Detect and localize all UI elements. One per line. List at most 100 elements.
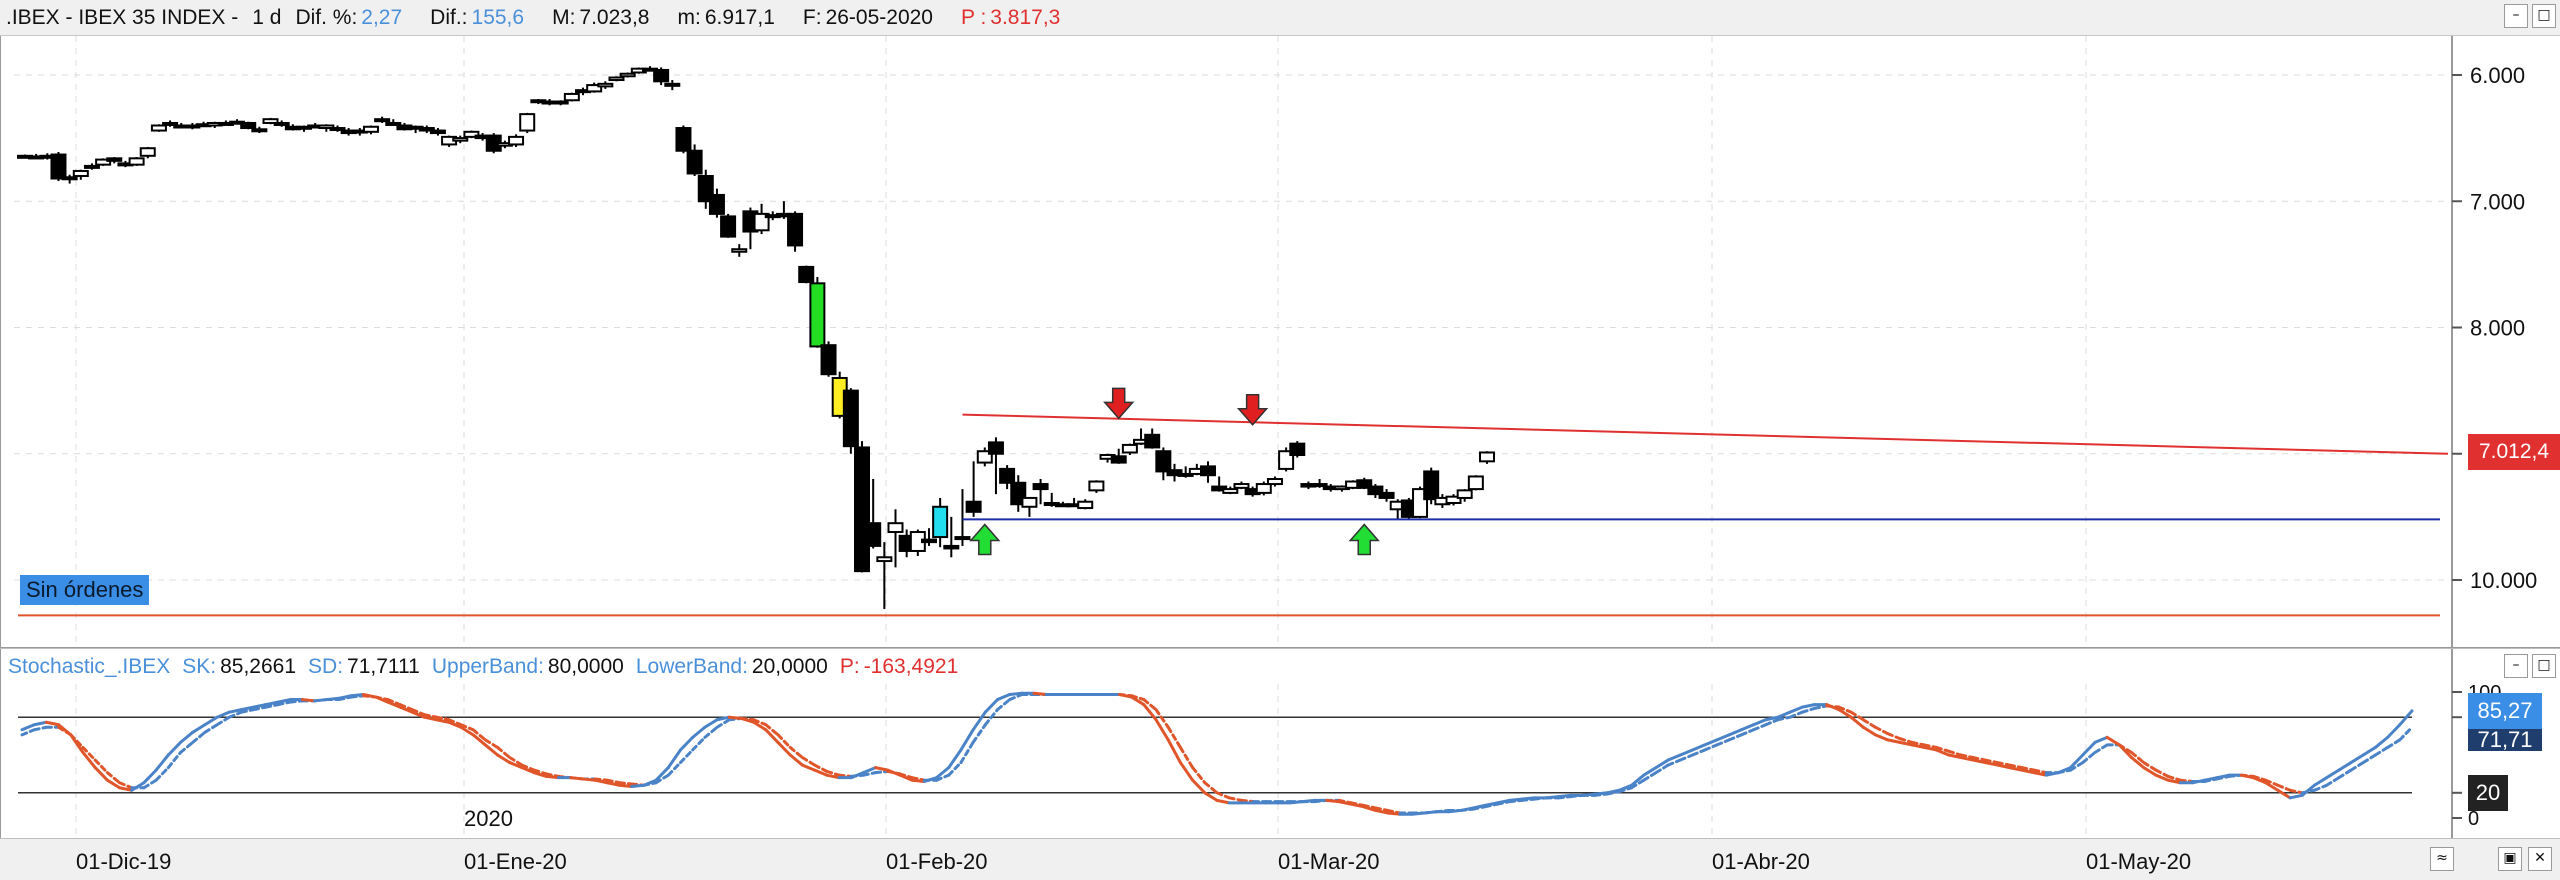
candle-body xyxy=(1378,491,1395,499)
candle-body xyxy=(887,522,904,534)
sk-value: 85,2661 xyxy=(220,654,297,678)
sd-line-segment xyxy=(203,723,219,734)
candle-body xyxy=(686,149,703,175)
sk-line-segment xyxy=(544,774,561,780)
candle-body xyxy=(999,467,1016,484)
indicator-icon[interactable]: ≈ xyxy=(2430,847,2454,871)
sd-line-segment xyxy=(2398,725,2414,742)
candle-body xyxy=(552,100,569,105)
price-tick-label: 8.000 xyxy=(2470,316,2525,341)
sk-line-segment xyxy=(1508,797,1524,802)
date-label: F: xyxy=(802,5,822,29)
candle-body xyxy=(429,129,446,135)
candle-body xyxy=(150,124,167,132)
minimize-icon[interactable]: – xyxy=(2504,654,2528,678)
dif-value: 155,6 xyxy=(471,5,525,29)
sk-line-segment xyxy=(2276,788,2292,800)
sk-line-segment xyxy=(1008,691,1024,697)
sk-line-segment xyxy=(191,723,207,734)
sk-line-segment xyxy=(1215,798,1231,805)
max-field: M: 7.023,8 xyxy=(552,6,663,30)
sk-line-segment xyxy=(1520,796,1536,801)
dif-pct-value: 2,27 xyxy=(361,5,403,29)
candle xyxy=(1233,481,1250,490)
maximize-icon[interactable]: □ xyxy=(2532,4,2556,28)
minimize-icon[interactable]: – xyxy=(2504,4,2528,28)
maximize-icon[interactable]: □ xyxy=(2532,654,2556,678)
candle-body xyxy=(251,128,268,133)
candle-body xyxy=(1233,483,1250,489)
sd-line-segment xyxy=(1203,781,1219,795)
dif-field: Dif.: 155,6 xyxy=(430,6,538,30)
year-label: 2020 xyxy=(464,806,513,831)
sd-line-segment xyxy=(1873,725,1890,736)
candle-body xyxy=(374,118,391,123)
candle xyxy=(128,157,145,166)
price-axis: 10.0009.0008.0007.0006.000 xyxy=(2452,63,2537,593)
candle-body xyxy=(920,538,937,544)
candle-body xyxy=(240,121,257,130)
candle-body xyxy=(61,176,78,181)
x-label-mar: 01-Mar-20 xyxy=(1278,849,1380,874)
chart-overlays xyxy=(18,387,2449,617)
sk-line-segment xyxy=(300,698,317,703)
p-label: P : xyxy=(960,5,987,29)
save-icon[interactable]: ▣ xyxy=(2498,847,2522,871)
sd-label: SD: xyxy=(308,654,344,678)
candle-body xyxy=(1199,465,1216,477)
sk-line-segment xyxy=(1410,811,1426,816)
candle xyxy=(965,461,982,517)
sk-line-segment xyxy=(154,753,170,772)
sk-line-segment xyxy=(313,698,329,703)
candle xyxy=(1121,443,1138,456)
candle-body xyxy=(1467,475,1484,491)
candle-body xyxy=(708,193,725,215)
sk-line-segment xyxy=(1386,811,1402,816)
sk-value-box: 85,27 xyxy=(2468,692,2542,729)
sk-line-segment xyxy=(618,783,634,788)
sk-line-segment xyxy=(1422,810,1438,815)
candle xyxy=(139,146,156,159)
candle xyxy=(519,112,536,134)
candle-body xyxy=(1077,500,1094,510)
sk-line-segment xyxy=(1544,795,1560,800)
candle xyxy=(876,542,893,610)
candle-body xyxy=(1021,496,1038,508)
candle-body xyxy=(865,522,882,547)
sk-line-segment xyxy=(215,710,231,719)
sd-line-segment xyxy=(1800,706,1816,714)
candle xyxy=(240,121,257,130)
sk-line-segment xyxy=(1447,808,1463,814)
candle xyxy=(675,125,692,154)
stoch-p-value: -163,4921 xyxy=(863,654,959,678)
period-label: 1 d xyxy=(252,5,282,29)
candle xyxy=(563,92,580,102)
sd-line-segment xyxy=(678,748,695,765)
candle-body xyxy=(809,282,826,348)
resistance-trendline xyxy=(962,413,2449,455)
candle-body xyxy=(273,121,290,126)
candle-body xyxy=(1255,483,1272,494)
stochastic-panel xyxy=(18,691,2414,816)
chart-canvas[interactable]: 10.0009.0008.0007.0006.000 10080200 xyxy=(0,36,2560,879)
sk-line-segment xyxy=(2361,745,2377,757)
candle-body xyxy=(1456,489,1473,499)
candle-body xyxy=(608,76,625,82)
price-tick-label: 7.000 xyxy=(2470,189,2525,214)
sd-line-segment xyxy=(874,769,890,775)
candle xyxy=(798,265,815,284)
sk-label: SK: xyxy=(182,654,217,678)
candlestick-series xyxy=(17,66,1495,610)
close-icon[interactable]: ✕ xyxy=(2528,847,2552,871)
sd-line-segment xyxy=(215,715,231,727)
orders-badge[interactable]: Sin órdenes xyxy=(20,575,150,605)
candle xyxy=(1088,480,1105,493)
sd-line-segment xyxy=(32,725,48,732)
min-field: m: 6.917,1 xyxy=(677,6,788,30)
sk-line-segment xyxy=(2288,793,2304,800)
candle xyxy=(731,244,748,257)
candle-body xyxy=(820,344,837,376)
sk-line-segment xyxy=(2312,776,2329,787)
candle xyxy=(1144,428,1161,449)
candle-body xyxy=(597,82,614,88)
